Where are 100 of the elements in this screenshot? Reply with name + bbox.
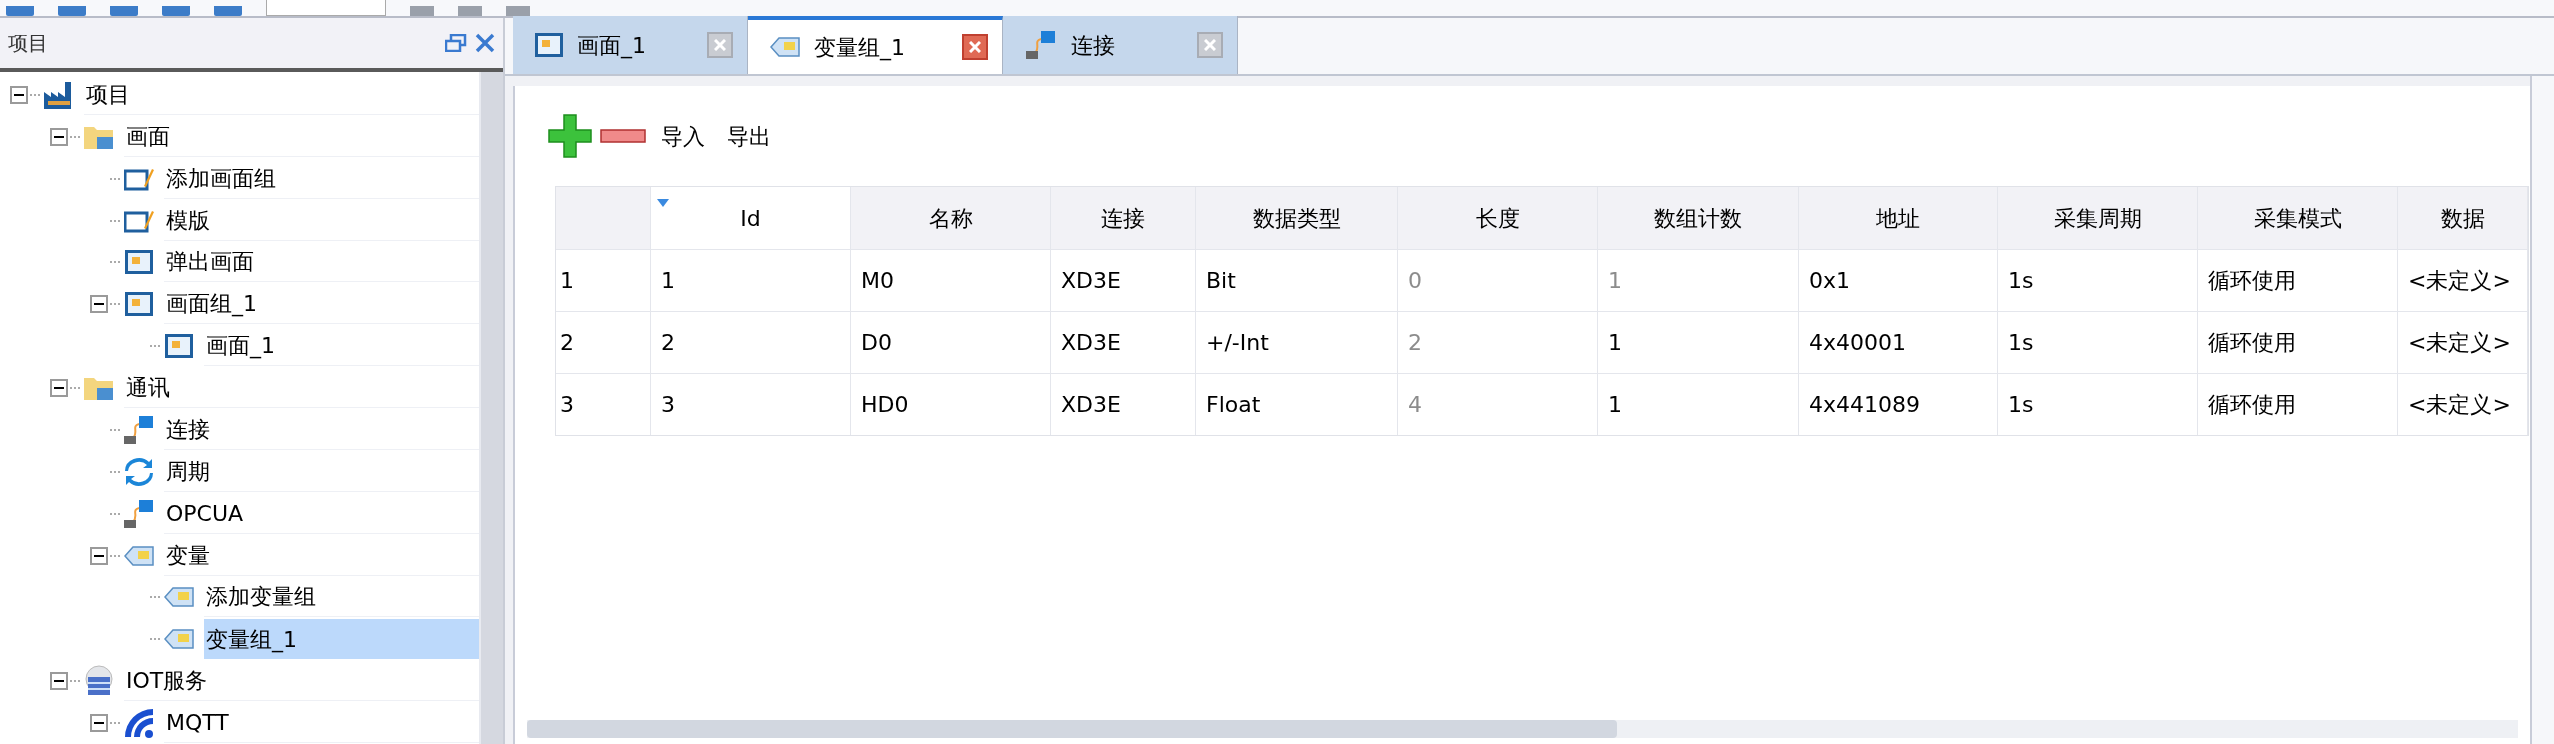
tab-label: 变量组_1 (814, 33, 906, 63)
table-cell: 1 (1598, 374, 1799, 435)
close-icon (969, 41, 981, 53)
column-header[interactable]: 连接 (1051, 187, 1196, 249)
column-title: 名称 (928, 204, 973, 233)
tab-close-button[interactable] (1197, 32, 1223, 58)
table-cell: Bit (1196, 250, 1398, 311)
column-title: Id (740, 204, 761, 233)
column-title: 数据类型 (1252, 204, 1341, 233)
window-icon (535, 33, 563, 57)
sort-arrow-icon (657, 199, 669, 207)
tab[interactable]: 连接 (1003, 16, 1238, 74)
column-header[interactable]: 名称 (851, 187, 1051, 249)
tab[interactable]: 变量组_1 (748, 16, 1003, 74)
column-title: 数据 (2440, 204, 2485, 233)
table-cell: 2 (651, 312, 851, 373)
column-title: 采集模式 (2253, 204, 2342, 233)
table-cell: HD0 (851, 374, 1051, 435)
close-icon[interactable] (475, 33, 495, 53)
table-cell: <未定义> (2398, 250, 2528, 311)
column-header[interactable]: 采集周期 (1998, 187, 2198, 249)
table-cell: 0x1 (1799, 250, 1998, 311)
close-icon (714, 39, 726, 51)
table-cell: 循环使用 (2198, 374, 2398, 435)
table-cell: 1s (1998, 374, 2198, 435)
table-cell: XD3E (1051, 312, 1196, 373)
server-icon (83, 665, 115, 698)
minus-icon (600, 129, 646, 143)
tree-item[interactable]: 变量组_1 (204, 619, 479, 660)
panel-title: 项目 (8, 30, 48, 57)
table-cell: 1s (1998, 312, 2198, 373)
signal-icon (123, 707, 155, 740)
tab-label: 画面_1 (577, 31, 647, 61)
column-header[interactable]: 地址 (1799, 187, 1998, 249)
column-header[interactable]: 数据 (2398, 187, 2528, 249)
network-icon (1025, 29, 1057, 61)
window-icon (125, 250, 153, 275)
tab-close-button[interactable] (707, 32, 733, 58)
tag-icon (124, 544, 154, 567)
column-title: 连接 (1101, 204, 1145, 233)
table-cell: 3 (651, 374, 851, 435)
toolbar-link[interactable]: 导入 (653, 116, 713, 156)
collapse-toggle[interactable] (50, 672, 68, 691)
window-icon (125, 292, 153, 317)
table-cell: 1 (1598, 312, 1799, 373)
table-cell: 0 (1398, 250, 1598, 311)
column-header[interactable]: 采集模式 (2198, 187, 2398, 249)
tab-label: 连接 (1071, 31, 1116, 60)
plus-icon (548, 114, 592, 158)
toolbar-field[interactable] (266, 0, 386, 16)
tree-item[interactable]: 项目 (84, 74, 479, 115)
table-cell: 1s (1998, 250, 2198, 311)
tab-close-button[interactable] (962, 34, 988, 60)
table-cell: <未定义> (2398, 312, 2528, 373)
collapse-toggle[interactable] (90, 546, 108, 565)
window-icon (165, 334, 193, 359)
collapse-toggle[interactable] (50, 379, 68, 398)
table-cell: +/-Int (1196, 312, 1398, 373)
table-cell: 4x40001 (1799, 312, 1998, 373)
column-title: 采集周期 (2053, 204, 2142, 233)
table-cell: Float (1196, 374, 1398, 435)
network-icon (123, 413, 155, 446)
refresh-icon (124, 456, 154, 487)
toolbar-link[interactable]: 导出 (719, 116, 779, 156)
table-cell: 2 (1398, 312, 1598, 373)
tag-icon (164, 628, 194, 651)
restore-icon[interactable] (445, 34, 467, 52)
scrollbar[interactable] (479, 72, 503, 744)
table-cell: <未定义> (2398, 374, 2528, 435)
column-title: 数组计数 (1654, 204, 1742, 233)
collapse-toggle[interactable] (90, 714, 108, 733)
table-cell: XD3E (1051, 374, 1196, 435)
table-cell: XD3E (1051, 250, 1196, 311)
network-icon (123, 497, 155, 530)
row-header: 2 (556, 312, 651, 373)
add-button[interactable] (547, 113, 593, 159)
table-cell: 4 (1398, 374, 1598, 435)
column-title: 地址 (1876, 204, 1920, 233)
column-header[interactable]: 数据类型 (1196, 187, 1398, 249)
close-icon (1204, 39, 1216, 51)
table-cell: 循环使用 (2198, 312, 2398, 373)
row-header: 1 (556, 250, 651, 311)
table-cell: M0 (851, 250, 1051, 311)
column-header[interactable]: 数组计数 (1598, 187, 1799, 249)
table-cell: 循环使用 (2198, 250, 2398, 311)
tag-icon (164, 586, 194, 609)
tab[interactable]: 画面_1 (513, 16, 748, 74)
scrollbar-thumb[interactable] (527, 720, 1617, 738)
table-cell: 1 (1598, 250, 1799, 311)
column-header[interactable]: 长度 (1398, 187, 1598, 249)
vertical-scrollbar[interactable] (2530, 76, 2554, 744)
column-title: 长度 (1475, 204, 1520, 233)
table-cell: 4x441089 (1799, 374, 1998, 435)
collapse-toggle[interactable] (90, 295, 108, 314)
horizontal-scrollbar[interactable] (527, 720, 2518, 738)
collapse-toggle[interactable] (10, 85, 28, 104)
tag-icon (770, 36, 800, 58)
collapse-toggle[interactable] (50, 127, 68, 146)
table-cell: D0 (851, 312, 1051, 373)
table-cell: 1 (651, 250, 851, 311)
